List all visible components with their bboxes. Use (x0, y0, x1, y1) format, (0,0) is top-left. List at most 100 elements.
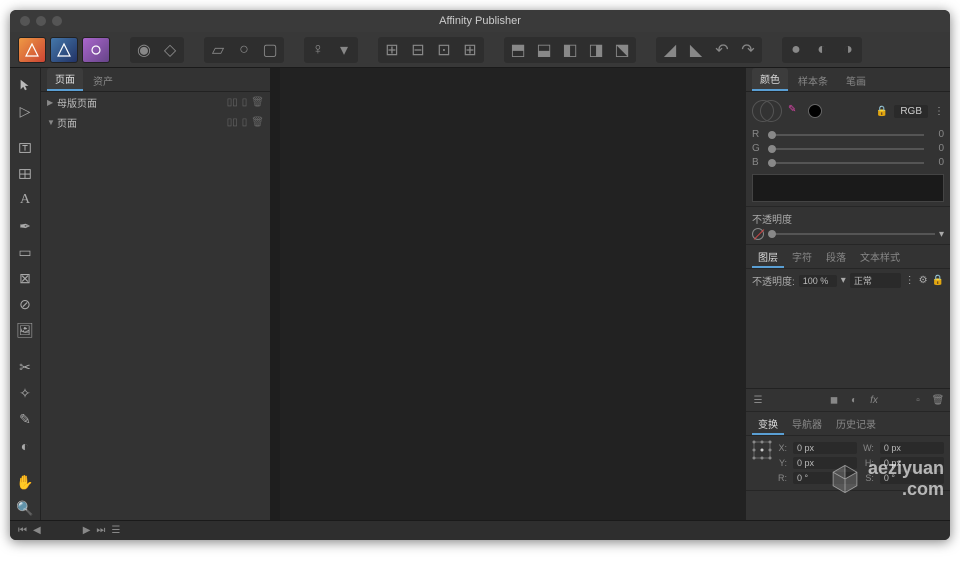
table-tool[interactable] (13, 163, 37, 185)
current-color-swatch[interactable] (808, 104, 822, 118)
layers-stack-icon[interactable]: ☰ (750, 393, 766, 407)
toolbar-btn-1[interactable]: ◉ (131, 38, 157, 62)
spread-icon[interactable]: ▯▯ (227, 97, 238, 108)
tab-transform[interactable]: 变换 (752, 414, 784, 435)
anchor-widget[interactable] (752, 440, 772, 486)
persona-designer[interactable] (50, 37, 78, 63)
spread-icon[interactable]: ▯▯ (227, 117, 238, 128)
zoom-window-button[interactable] (52, 16, 62, 26)
lock-icon[interactable]: 🔒 (876, 106, 888, 117)
canvas-area[interactable] (270, 68, 745, 520)
r-slider[interactable] (768, 134, 924, 136)
toolbar-btn-5[interactable]: ▢ (257, 38, 283, 62)
toolbar-btn-11[interactable]: ⊞ (457, 38, 483, 62)
fx-icon[interactable]: fx (866, 393, 882, 407)
toolbar-btn-7[interactable]: ▾ (331, 38, 357, 62)
opacity-stepper-icon[interactable]: ▾ (841, 275, 846, 286)
r-value[interactable]: 0 (930, 129, 944, 140)
w-input[interactable]: 0 px (880, 442, 944, 454)
minimize-window-button[interactable] (36, 16, 46, 26)
next-page-icon[interactable]: ▶ (83, 525, 91, 536)
tab-history[interactable]: 历史记录 (830, 414, 882, 435)
tab-paragraph[interactable]: 段落 (820, 247, 852, 268)
toolbar-btn-10[interactable]: ⊡ (431, 38, 457, 62)
toolbar-btn-2[interactable]: ◇ (157, 38, 183, 62)
delete-layer-icon[interactable]: 🗑 (930, 393, 946, 407)
transparency-tool[interactable]: ◐ (13, 435, 37, 457)
node-tool[interactable]: ▷ (13, 100, 37, 122)
close-window-button[interactable] (20, 16, 30, 26)
vector-crop-tool[interactable]: ✧ (13, 383, 37, 405)
toolbar-btn-21[interactable]: ● (783, 38, 809, 62)
persona-photo[interactable] (82, 37, 110, 63)
toolbar-flip-h[interactable]: ◢ (657, 38, 683, 62)
mask-icon[interactable]: ◼ (826, 393, 842, 407)
layer-opacity-input[interactable]: 100 % (799, 275, 837, 287)
pen-tool[interactable]: ✒ (13, 215, 37, 237)
gear-icon[interactable]: ⚙ (919, 275, 928, 286)
picker-tool-icon[interactable]: ✎ (788, 104, 802, 118)
toolbar-btn-8[interactable]: ⊞ (379, 38, 405, 62)
opacity-dropdown-icon[interactable]: ▾ (939, 229, 944, 240)
tab-color[interactable]: 颜色 (752, 68, 788, 91)
toolbar-btn-14[interactable]: ◧ (557, 38, 583, 62)
fill-well[interactable] (752, 100, 774, 122)
master-pages-row[interactable]: ▶ 母版页面 ▯▯ ▯ 🗑 (41, 92, 270, 112)
tab-assets[interactable]: 资产 (85, 70, 121, 91)
prev-page-icon[interactable]: ◀ (33, 525, 41, 536)
color-menu-icon[interactable]: ⋮ (934, 106, 944, 117)
toolbar-flip-v[interactable]: ◣ (683, 38, 709, 62)
page-dropdown-icon[interactable]: ☰ (111, 525, 120, 536)
tab-layers[interactable]: 图层 (752, 247, 784, 268)
page-icon[interactable]: ▯ (242, 97, 248, 108)
last-page-icon[interactable]: ⏭ (96, 525, 105, 536)
toolbar-btn-23[interactable]: ◑ (835, 38, 861, 62)
fill-tool[interactable]: ✎ (13, 409, 37, 431)
b-slider[interactable] (768, 162, 924, 164)
text-frame-tool[interactable] (13, 137, 37, 159)
h-input[interactable]: 0 px (880, 457, 944, 469)
tab-swatches[interactable]: 样本条 (790, 70, 836, 91)
toolbar-rotate-r[interactable]: ↷ (735, 38, 761, 62)
picture-frame-tool[interactable]: ⊠ (13, 267, 37, 289)
r-input[interactable]: 0 ° (793, 472, 857, 484)
tab-pages[interactable]: 页面 (47, 68, 83, 91)
toolbar-btn-22[interactable]: ◐ (809, 38, 835, 62)
g-value[interactable]: 0 (930, 143, 944, 154)
tab-character[interactable]: 字符 (786, 247, 818, 268)
y-input[interactable]: 0 px (793, 457, 857, 469)
page-icon[interactable]: ▯ (242, 117, 248, 128)
pages-row[interactable]: ▼ 页面 ▯▯ ▯ 🗑 (41, 112, 270, 132)
zoom-tool[interactable]: 🔍 (13, 498, 37, 520)
persona-publisher[interactable] (18, 37, 46, 63)
g-slider[interactable] (768, 148, 924, 150)
pan-tool[interactable]: ✋ (13, 472, 37, 494)
first-page-icon[interactable]: ⏮ (18, 525, 27, 536)
toolbar-rotate-l[interactable]: ↶ (709, 38, 735, 62)
x-input[interactable]: 0 px (793, 442, 857, 454)
toolbar-btn-6[interactable]: ♀ (305, 38, 331, 62)
lock-layer-icon[interactable]: 🔒 (932, 275, 944, 286)
s-input[interactable]: 0 ° (880, 472, 944, 484)
move-tool[interactable] (13, 74, 37, 96)
toolbar-btn-15[interactable]: ◨ (583, 38, 609, 62)
adjustment-icon[interactable]: ◐ (846, 393, 862, 407)
no-opacity-icon[interactable] (752, 228, 764, 240)
blend-stepper-icon[interactable]: ⋮ (905, 275, 915, 286)
opacity-slider[interactable] (768, 233, 935, 235)
shape-tool[interactable]: ▭ (13, 241, 37, 263)
tab-textstyles[interactable]: 文本样式 (854, 247, 906, 268)
layers-list[interactable] (746, 292, 950, 388)
toolbar-btn-4[interactable]: ○ (231, 38, 257, 62)
place-image-tool[interactable]: 🖼 (13, 319, 37, 341)
artistic-text-tool[interactable]: A (13, 189, 37, 211)
toolbar-btn-13[interactable]: ⬓ (531, 38, 557, 62)
crop-tool[interactable]: ✂ (13, 357, 37, 379)
delete-icon[interactable]: 🗑 (251, 117, 264, 128)
tab-stroke[interactable]: 笔画 (838, 70, 874, 91)
toolbar-btn-3[interactable]: ▱ (205, 38, 231, 62)
toolbar-btn-9[interactable]: ⊟ (405, 38, 431, 62)
toolbar-btn-16[interactable]: ⬔ (609, 38, 635, 62)
delete-icon[interactable]: 🗑 (251, 97, 264, 108)
color-mode-dropdown[interactable]: RGB (894, 105, 928, 118)
